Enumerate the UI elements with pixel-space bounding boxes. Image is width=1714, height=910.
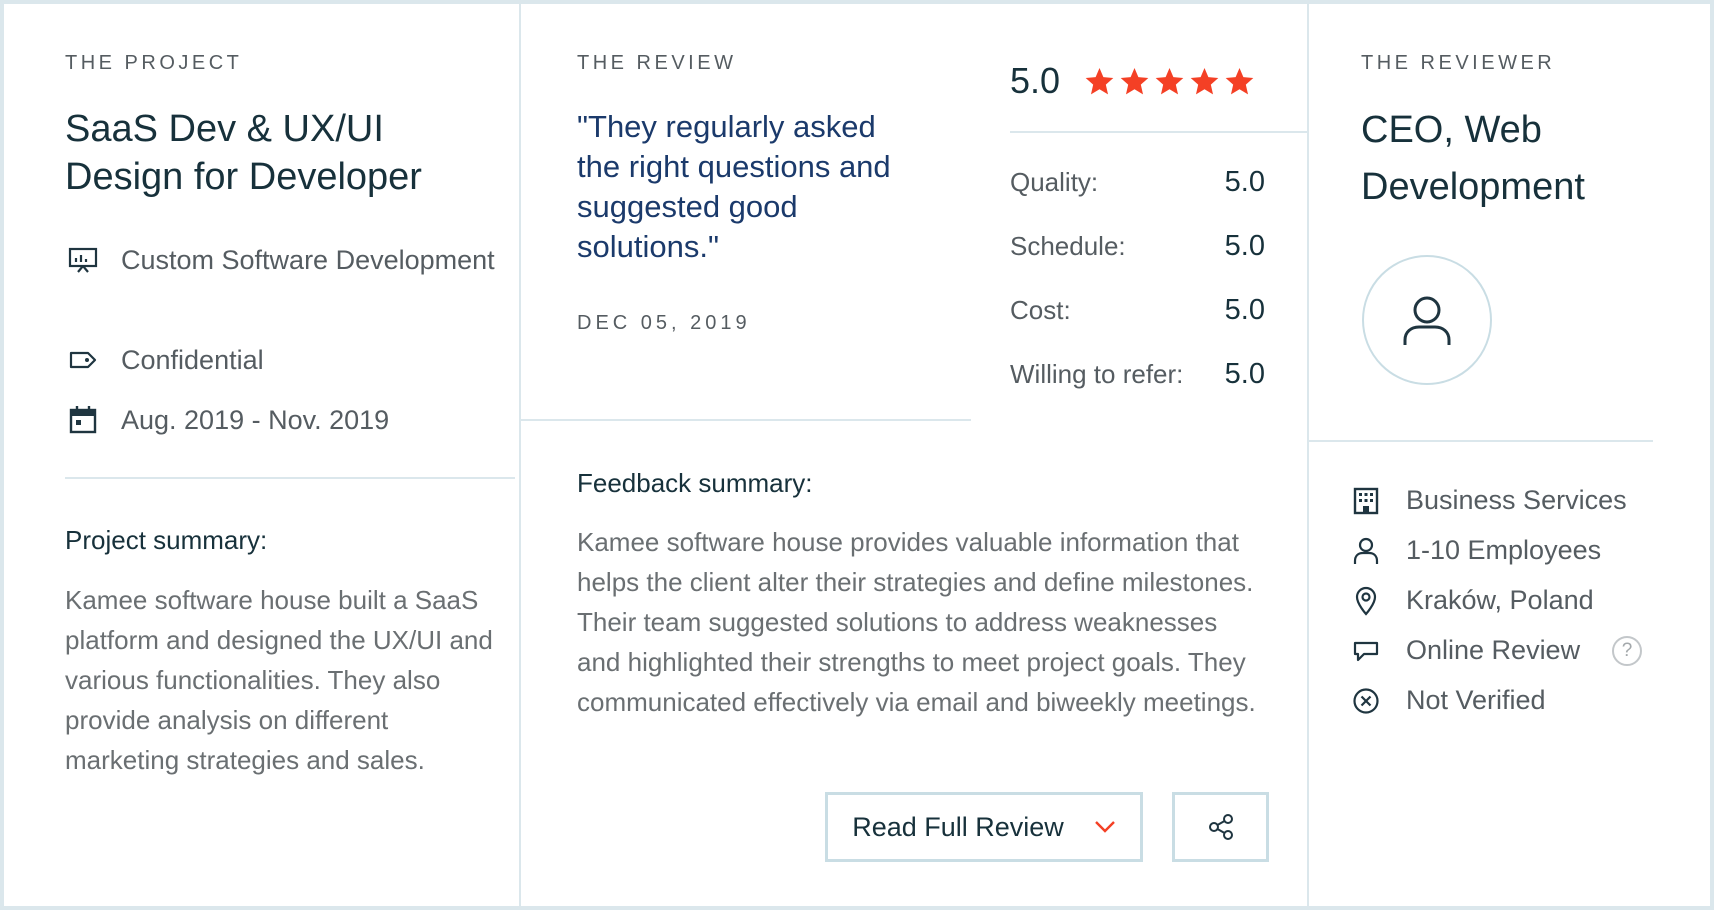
reviewer-location: Kraków, Poland [1351,585,1594,616]
project-title: SaaS Dev & UX/UI Design for Developer [65,108,422,198]
review-quote: "They regularly asked the right question… [577,109,891,264]
rating-value: 5.0 [1224,166,1265,198]
rating-divider [1010,131,1307,133]
star-icon [1120,67,1149,94]
rating-label: Quality: [1010,167,1099,197]
rating-schedule: Schedule: 5.0 [1010,230,1265,263]
star-icon [1225,67,1254,94]
project-divider [65,477,515,479]
speech-bubble-icon [1351,636,1381,666]
price-tag-icon [65,340,101,380]
rating-cost: Cost: 5.0 [1010,294,1265,327]
rating-value: 5.0 [1224,358,1265,390]
project-service: Custom Software Development [65,240,495,280]
reviewer-review-source: Online Review ? [1351,635,1643,666]
star-icon [1085,67,1114,94]
x-circle-icon [1351,686,1381,716]
rating-label: Willing to refer: [1010,359,1184,389]
user-icon [1403,296,1451,345]
share-button[interactable] [1172,792,1269,862]
rating-willing-to-refer: Willing to refer: 5.0 [1010,358,1265,391]
project-dates-label: Aug. 2019 - Nov. 2019 [121,405,390,435]
rating-label: Cost: [1010,295,1071,325]
rating-label: Schedule: [1010,231,1126,261]
review-date: DEC 05, 2019 [577,312,751,334]
building-icon [1351,486,1381,516]
project-service-label: Custom Software Development [121,245,495,275]
overall-rating: 5.0 [1010,60,1259,102]
reviewer-company-size-label: 1-10 Employees [1406,535,1602,565]
project-summary-title: Project summary: [65,525,268,555]
quote-divider [519,419,971,421]
presentation-icon [65,240,101,280]
overall-score: 5.0 [1010,60,1061,101]
reviewer-divider [1307,440,1653,442]
project-eyebrow: THE PROJECT [65,52,243,74]
project-budget-label: Confidential [121,345,264,375]
rating-value: 5.0 [1224,230,1265,262]
project-budget: Confidential [65,340,495,380]
reviewer-verification-label: Not Verified [1406,685,1546,715]
column-divider [519,4,521,906]
reviewer-review-source-label: Online Review [1406,635,1581,665]
read-full-review-button[interactable]: Read Full Review [825,792,1143,862]
reviewer-industry: Business Services [1351,485,1627,516]
avatar [1362,255,1492,385]
chevron-down-icon [1094,821,1115,833]
share-icon [1208,814,1233,840]
reviewer-location-label: Kraków, Poland [1406,585,1594,615]
feedback-summary-title: Feedback summary: [577,468,813,498]
read-full-review-label: Read Full Review [852,811,1064,842]
project-dates: Aug. 2019 - Nov. 2019 [65,400,495,440]
reviewer-eyebrow: THE REVIEWER [1361,52,1556,74]
star-rating [1084,66,1259,97]
person-icon [1351,536,1381,566]
review-eyebrow: THE REVIEW [577,52,737,74]
star-icon [1190,67,1219,94]
project-summary-text: Kamee software house built a SaaS platfo… [65,585,493,775]
star-icon [1155,67,1184,94]
reviewer-company-size: 1-10 Employees [1351,535,1601,566]
rating-quality: Quality: 5.0 [1010,166,1265,199]
calendar-icon [65,400,101,440]
reviewer-verification: Not Verified [1351,685,1546,716]
rating-value: 5.0 [1224,294,1265,326]
column-divider [1307,4,1309,906]
location-pin-icon [1351,586,1381,616]
feedback-summary-text: Kamee software house provides valuable i… [577,527,1256,717]
help-icon[interactable]: ? [1612,635,1643,666]
reviewer-industry-label: Business Services [1406,485,1627,515]
reviewer-title: CEO, Web Development [1361,109,1585,208]
